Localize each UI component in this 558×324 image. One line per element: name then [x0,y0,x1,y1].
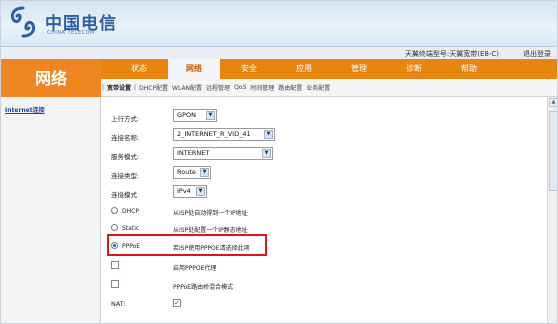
connection-type-value: Route [177,168,196,176]
connection-mode-label: 连接模式 [111,191,137,199]
subtab-route-config[interactable]: 路由配置 [276,83,304,92]
section-title: 网络 [34,69,67,88]
subtab-dhcp-config[interactable]: DHCP配置 [137,83,170,92]
chevron-down-icon: ▼ [262,149,271,158]
sidebar: Internet连接 [1,97,101,323]
service-mode-row: 服务模式: INTERNET ▼ [111,147,311,163]
uplink-value: GPON [177,111,196,119]
connection-name-value: 2_INTERNET_R_VID_41 [177,130,251,138]
connection-mode-row: 连接模式 IPv4 ▼ [111,185,311,201]
connection-name-select[interactable]: 2_INTERNET_R_VID_41 ▼ [173,128,275,141]
tab-management[interactable]: 管理 [333,59,385,79]
connection-mode-value: IPv4 [177,187,191,195]
connection-type-row: 连接类型: Route ▼ [111,166,311,182]
static-radio-label: Static [122,225,140,232]
scrollbar-thumb[interactable] [549,111,557,191]
pppoe-proxy-row: 启用PPPOE代理 [111,259,331,275]
connection-mode-select[interactable]: IPv4 ▼ [173,185,207,198]
scrollbar[interactable]: ▲ [547,97,557,323]
pppoe-bridge-label: PPPoE路由桥混合模式 [173,284,234,291]
sidebar-item-internet-connection[interactable]: Internet连接 [5,105,45,114]
static-radio[interactable] [111,224,118,231]
subtab-remote-management[interactable]: 远程管理 [204,83,232,92]
subtab-service-config[interactable]: 业务配置 [304,83,332,92]
static-description: 从ISP处配置一个IP静态地址 [173,227,248,234]
wan-settings-form: 上行方式: GPON ▼ 连接名称: 2_INTERNET_R_VID_41 ▼… [101,97,547,323]
dhcp-radio-label: DHCP [122,208,139,215]
scroll-up-arrow-icon[interactable]: ▲ [549,98,557,107]
service-mode-value: INTERNET [177,149,210,157]
nat-checkbox[interactable]: ✓ [173,299,181,307]
tab-network[interactable]: 网络 [168,59,220,79]
tab-help[interactable]: 帮助 [443,59,495,79]
tab-security[interactable]: 安全 [223,59,275,79]
tab-diagnostics[interactable]: 诊断 [388,59,440,79]
pppoe-bridge-row: PPPoE路由桥混合模式 [111,278,331,294]
subtab-time-management[interactable]: 时间管理 [248,83,276,92]
dhcp-description: 从ISP处自动得到一个IP地址 [173,210,248,217]
subtab-wlan-config[interactable]: WLAN配置 [170,83,204,92]
uplink-select[interactable]: GPON ▼ [173,109,217,122]
connection-type-label: 连接类型: [111,172,140,180]
chevron-down-icon: ▼ [206,111,215,120]
nat-label: NAT: [111,300,126,308]
dhcp-option-row: DHCP 从ISP处自动得到一个IP地址 [111,204,331,220]
nat-row: NAT: ✓ [111,297,331,313]
dhcp-radio[interactable] [111,207,118,214]
connection-type-select[interactable]: Route ▼ [173,166,211,179]
service-mode-label: 服务模式: [111,153,140,161]
subtab-qos[interactable]: QoS [232,84,248,91]
section-block: 网络 [1,59,101,97]
logo-subtitle: CHINA TELECOM [47,30,95,36]
chevron-down-icon: ▼ [264,130,273,139]
pppoe-proxy-checkbox[interactable] [111,261,119,269]
connection-name-label: 连接名称: [111,134,140,142]
service-mode-select[interactable]: INTERNET ▼ [173,147,273,160]
pppoe-highlight-box [107,234,267,256]
header: 中国电信 CHINA TELECOM [1,1,557,47]
router-admin-page: 中国电信 CHINA TELECOM 天翼终端型号:天翼宽带(E8-C) 退出登… [0,0,558,324]
tab-applications[interactable]: 应用 [278,59,330,79]
tab-status[interactable]: 状态 [113,59,165,79]
device-model-label: 天翼终端型号:天翼宽带(E8-C) [404,50,499,58]
logout-link[interactable]: 退出登录 [523,49,551,59]
chevron-down-icon: ▼ [200,168,209,177]
pppoe-proxy-label: 启用PPPOE代理 [173,265,217,272]
china-telecom-logo-icon [10,6,36,38]
main-tabs: 状态 网络 安全 应用 管理 诊断 帮助 [101,59,557,79]
connection-name-row: 连接名称: 2_INTERNET_R_VID_41 ▼ [111,128,311,144]
uplink-row: 上行方式: GPON ▼ [111,109,311,125]
sub-tabs: | 宽带设置 | DHCP配置 WLAN配置 远程管理 QoS 时间管理 路由配… [101,79,557,97]
uplink-label: 上行方式: [111,115,140,123]
pppoe-bridge-checkbox[interactable] [111,280,119,288]
chevron-down-icon: ▼ [196,187,205,196]
subtab-broadband-settings[interactable]: 宽带设置 [105,83,133,92]
